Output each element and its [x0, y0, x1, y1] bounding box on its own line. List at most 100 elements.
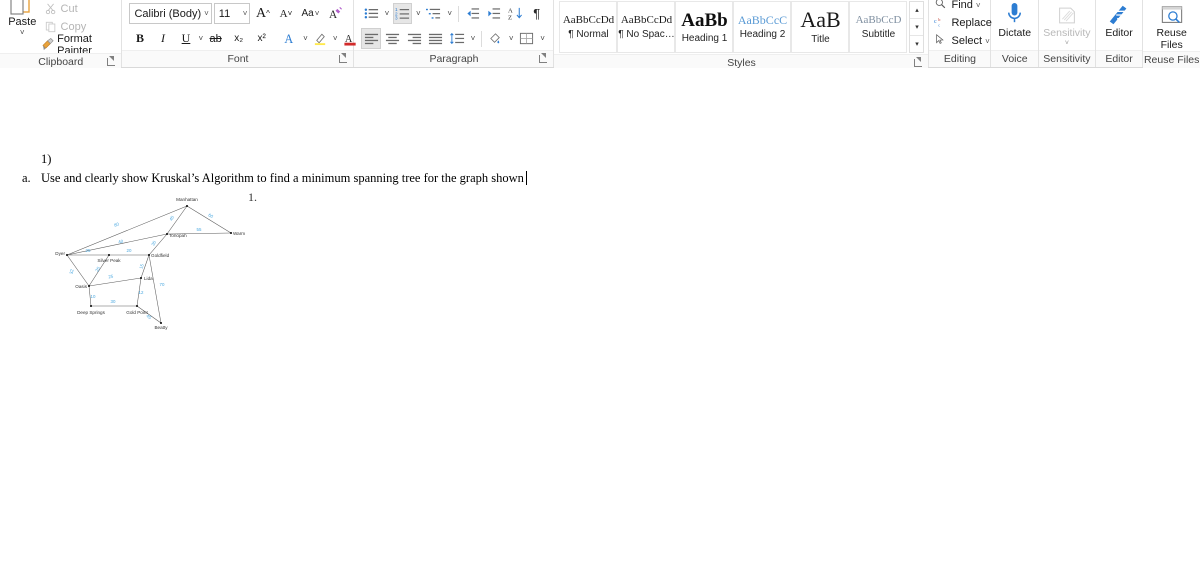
svg-text:Z: Z — [508, 15, 512, 21]
decrease-indent-button[interactable] — [462, 3, 482, 24]
edge-weight-label: 35 — [150, 239, 157, 246]
font-name-combo[interactable]: Calibri (Body) ˅ — [129, 3, 212, 24]
text-cursor — [525, 171, 527, 185]
superscript-button[interactable]: x² — [251, 28, 272, 49]
reuse-files-button[interactable]: Reuse Files — [1147, 0, 1196, 51]
increase-indent-button[interactable] — [484, 3, 504, 24]
select-caret[interactable]: ˅ — [985, 37, 990, 46]
font-dialog-launcher[interactable] — [338, 53, 348, 63]
find-caret[interactable]: ˅ — [976, 1, 981, 10]
highlight-caret[interactable]: ˅ — [333, 34, 338, 43]
styles-dialog-launcher[interactable] — [913, 57, 923, 67]
sensitivity-group-label-text: Sensitivity — [1043, 53, 1091, 65]
style-name: Heading 2 — [739, 29, 786, 40]
style-name: Heading 1 — [681, 32, 728, 44]
styles-gallery[interactable]: AaBbCcDd ¶ Normal AaBbCcDd ¶ No Spac… Aa… — [558, 0, 925, 54]
find-button[interactable]: Find ˅ — [932, 0, 991, 14]
text-highlight-button[interactable] — [310, 28, 331, 49]
style-item-subtitle[interactable]: AaBbCcD Subtitle — [849, 1, 908, 53]
style-item-heading-1[interactable]: AaBb Heading 1 — [675, 1, 734, 53]
line-spacing-caret[interactable]: ˅ — [469, 34, 477, 43]
line-spacing-button[interactable] — [447, 28, 467, 49]
graph-node-label: Silver Peak — [97, 258, 121, 263]
styles-scroll-down-button[interactable]: ▾ — [910, 19, 924, 36]
italic-button[interactable]: I — [152, 28, 173, 49]
numbering-button[interactable]: 1 2 3 — [392, 3, 413, 24]
cut-button[interactable]: Cut — [41, 0, 118, 17]
microphone-icon — [1003, 1, 1026, 27]
borders-button[interactable] — [517, 28, 537, 49]
replace-button[interactable]: c b c Replace — [932, 15, 991, 32]
font-size-combo[interactable]: 11 ˅ — [213, 3, 251, 24]
multilevel-caret[interactable]: ˅ — [446, 9, 454, 18]
styles-scroll-up-button[interactable]: ▴ — [910, 2, 924, 19]
graph-node-dot — [148, 254, 150, 256]
shading-caret[interactable]: ˅ — [507, 34, 515, 43]
divider — [480, 30, 482, 47]
borders-caret[interactable]: ˅ — [539, 34, 547, 43]
edge-weight-label: 10 — [91, 294, 96, 299]
edge-weight-label: 40 — [118, 239, 124, 245]
paragraph-dialog-launcher[interactable] — [538, 53, 548, 63]
underline-button[interactable]: U — [175, 28, 196, 49]
multilevel-list-button[interactable] — [424, 3, 444, 24]
style-item-normal[interactable]: AaBbCcDd ¶ Normal — [559, 1, 618, 53]
ribbon-group-styles: AaBbCcDd ¶ Normal AaBbCcDd ¶ No Spac… Aa… — [554, 0, 930, 71]
strikethrough-button[interactable]: ab — [205, 28, 226, 49]
graph-node-dot — [90, 305, 92, 307]
paste-button[interactable]: Paste ˅ — [4, 0, 41, 38]
show-formatting-marks-button[interactable]: ¶ — [527, 3, 547, 24]
graph-node-dot — [160, 322, 162, 324]
clear-formatting-button[interactable]: A — [325, 3, 346, 24]
editor-button[interactable]: Editor — [1100, 0, 1139, 39]
shading-button[interactable] — [486, 28, 506, 49]
text-effects-button[interactable]: A — [280, 28, 301, 49]
format-painter-button[interactable]: Format Painter — [41, 33, 118, 57]
text-effects-caret[interactable]: ˅ — [303, 34, 308, 43]
copy-label: Copy — [60, 20, 87, 33]
text-effects-icon: A — [285, 32, 294, 46]
style-name: Title — [811, 34, 830, 45]
document-canvas[interactable]: 1) a. Use and clearly show Kruskal’s Alg… — [0, 68, 1200, 573]
font-group-label: Font — [122, 50, 354, 67]
sensitivity-icon — [1055, 1, 1079, 27]
clipboard-dialog-launcher[interactable] — [106, 56, 116, 66]
style-item-heading-2[interactable]: AaBbCcC Heading 2 — [733, 1, 792, 53]
sensitivity-caret[interactable]: ˅ — [1065, 40, 1069, 47]
pilcrow-icon: ¶ — [533, 6, 541, 21]
bullets-button[interactable] — [361, 3, 381, 24]
change-case-button[interactable]: Aa ˅ — [298, 3, 323, 24]
bullets-caret[interactable]: ˅ — [383, 9, 391, 18]
ribbon-group-editing: Find ˅ c b c Replace Select ˅ Editing — [929, 0, 992, 67]
sort-button[interactable]: A Z — [505, 3, 525, 24]
styles-scrollbar[interactable]: ▴ ▾ ▾ — [909, 1, 925, 53]
paragraph-group-label: Paragraph — [354, 50, 554, 67]
sensitivity-button[interactable]: Sensitivity ˅ — [1043, 0, 1091, 47]
style-item-title[interactable]: AaB Title — [791, 1, 850, 53]
paste-dropdown-caret[interactable]: ˅ — [20, 28, 25, 38]
grow-font-button[interactable]: A ^ — [252, 3, 273, 24]
reuse-files-icon — [1160, 1, 1184, 27]
graph-node-label: Lida — [144, 276, 153, 281]
subscript-button[interactable]: x₂ — [228, 28, 249, 49]
justify-button[interactable] — [426, 28, 446, 49]
align-right-button[interactable] — [404, 28, 424, 49]
graph-node-label: Tonopah — [169, 233, 187, 238]
numbering-caret[interactable]: ˅ — [414, 9, 422, 18]
graph-edge — [148, 254, 162, 324]
multilevel-list-icon — [426, 8, 441, 19]
graph-node-dot — [88, 285, 90, 287]
shrink-font-button[interactable]: A ˅ — [275, 3, 296, 24]
change-case-label: Aa — [301, 8, 314, 19]
clipboard-group-label-text: Clipboard — [38, 56, 84, 68]
dictate-button[interactable]: Dictate — [995, 0, 1034, 39]
align-left-button[interactable] — [361, 28, 381, 49]
graph-node-label: Oasis — [75, 284, 87, 289]
underline-dropdown-caret[interactable]: ˅ — [198, 34, 203, 43]
style-name: Subtitle — [861, 28, 896, 40]
styles-more-button[interactable]: ▾ — [910, 36, 923, 52]
style-item-no-spacing[interactable]: AaBbCcDd ¶ No Spac… — [617, 1, 676, 53]
bold-button[interactable]: B — [129, 28, 150, 49]
align-center-button[interactable] — [383, 28, 403, 49]
select-button[interactable]: Select ˅ — [932, 33, 991, 50]
